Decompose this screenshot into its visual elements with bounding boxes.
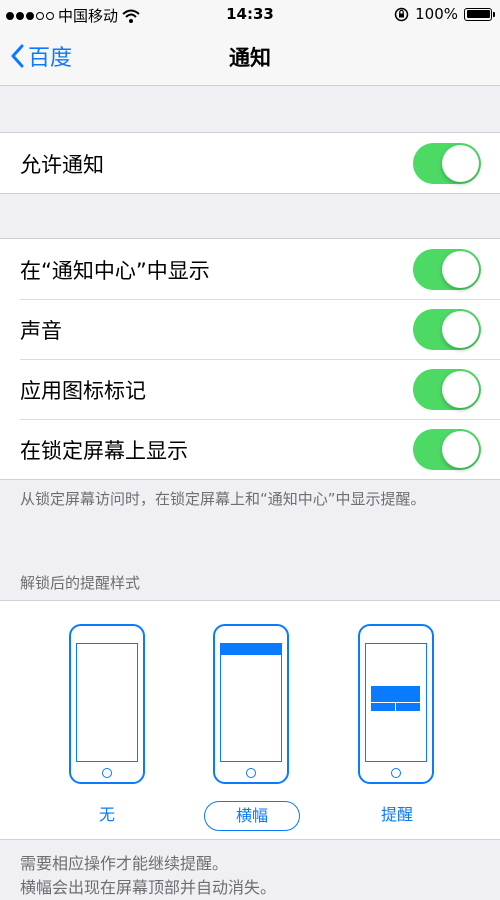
allow-notifications-label: 允许通知 xyxy=(20,153,104,177)
badge-app-icon-label: 应用图标标记 xyxy=(20,379,146,403)
toggle-knob xyxy=(442,251,479,288)
status-bar: 中国移动 14:33 100% xyxy=(0,0,500,28)
alert-preview xyxy=(371,686,420,711)
page-title: 通知 xyxy=(229,46,271,70)
alert-style-none-phone-icon[interactable] xyxy=(69,624,145,784)
show-on-lock-screen-toggle[interactable] xyxy=(413,429,481,470)
show-in-notification-center-toggle[interactable] xyxy=(413,249,481,290)
banner-preview xyxy=(221,644,281,655)
phone-screen xyxy=(220,643,282,762)
alert-style-none-label[interactable]: 无 xyxy=(59,801,155,831)
toggle-knob xyxy=(442,311,479,348)
alert-style-banner-label[interactable]: 横幅 xyxy=(204,801,300,831)
toggle-knob xyxy=(442,145,479,182)
alert-style-alert-label[interactable]: 提醒 xyxy=(349,801,445,831)
home-button-icon xyxy=(102,768,112,778)
alert-style-note-line1: 需要相应操作才能继续提醒。 xyxy=(20,854,229,873)
lock-screen-footer-note: 从锁定屏幕访问时，在锁定屏幕上和“通知中心”中显示提醒。 xyxy=(20,490,426,508)
alert-style-banner-phone-icon[interactable] xyxy=(213,624,289,784)
allow-notifications-group: 允许通知 xyxy=(0,132,500,194)
allow-notifications-row: 允许通知 xyxy=(0,133,500,193)
home-button-icon xyxy=(246,768,256,778)
badge-app-icon-toggle[interactable] xyxy=(413,369,481,410)
toggle-knob xyxy=(442,371,479,408)
allow-notifications-toggle[interactable] xyxy=(413,143,481,184)
status-right: 100% xyxy=(394,5,495,23)
sounds-toggle[interactable] xyxy=(413,309,481,350)
phone-screen xyxy=(365,643,427,762)
alert-style-note-line2: 横幅会出现在屏幕顶部并自动消失。 xyxy=(20,878,277,897)
show-on-lock-screen-row: 在锁定屏幕上显示 xyxy=(0,419,500,479)
show-in-notification-center-row: 在“通知中心”中显示 xyxy=(0,239,500,299)
notification-options-group: 在“通知中心”中显示 声音 应用图标标记 在锁定屏幕上显示 xyxy=(0,238,500,480)
alert-style-alert-phone-icon[interactable] xyxy=(358,624,434,784)
toggle-knob xyxy=(442,431,479,468)
home-button-icon xyxy=(391,768,401,778)
navigation-bar: 百度 通知 xyxy=(0,28,500,86)
rotation-lock-icon xyxy=(394,7,409,21)
badge-app-icon-row: 应用图标标记 xyxy=(0,359,500,419)
alert-style-header: 解锁后的提醒样式 xyxy=(20,574,141,592)
sounds-label: 声音 xyxy=(20,319,62,343)
show-in-notification-center-label: 在“通知中心”中显示 xyxy=(20,259,210,283)
alert-style-panel: 无 横幅 提醒 xyxy=(0,600,500,840)
phone-screen xyxy=(76,643,138,762)
battery-icon xyxy=(464,7,495,21)
sounds-row: 声音 xyxy=(0,299,500,359)
alert-style-note: 需要相应操作才能继续提醒。 横幅会出现在屏幕顶部并自动消失。 xyxy=(20,852,276,900)
battery-percent: 100% xyxy=(415,5,458,23)
show-on-lock-screen-label: 在锁定屏幕上显示 xyxy=(20,439,188,463)
